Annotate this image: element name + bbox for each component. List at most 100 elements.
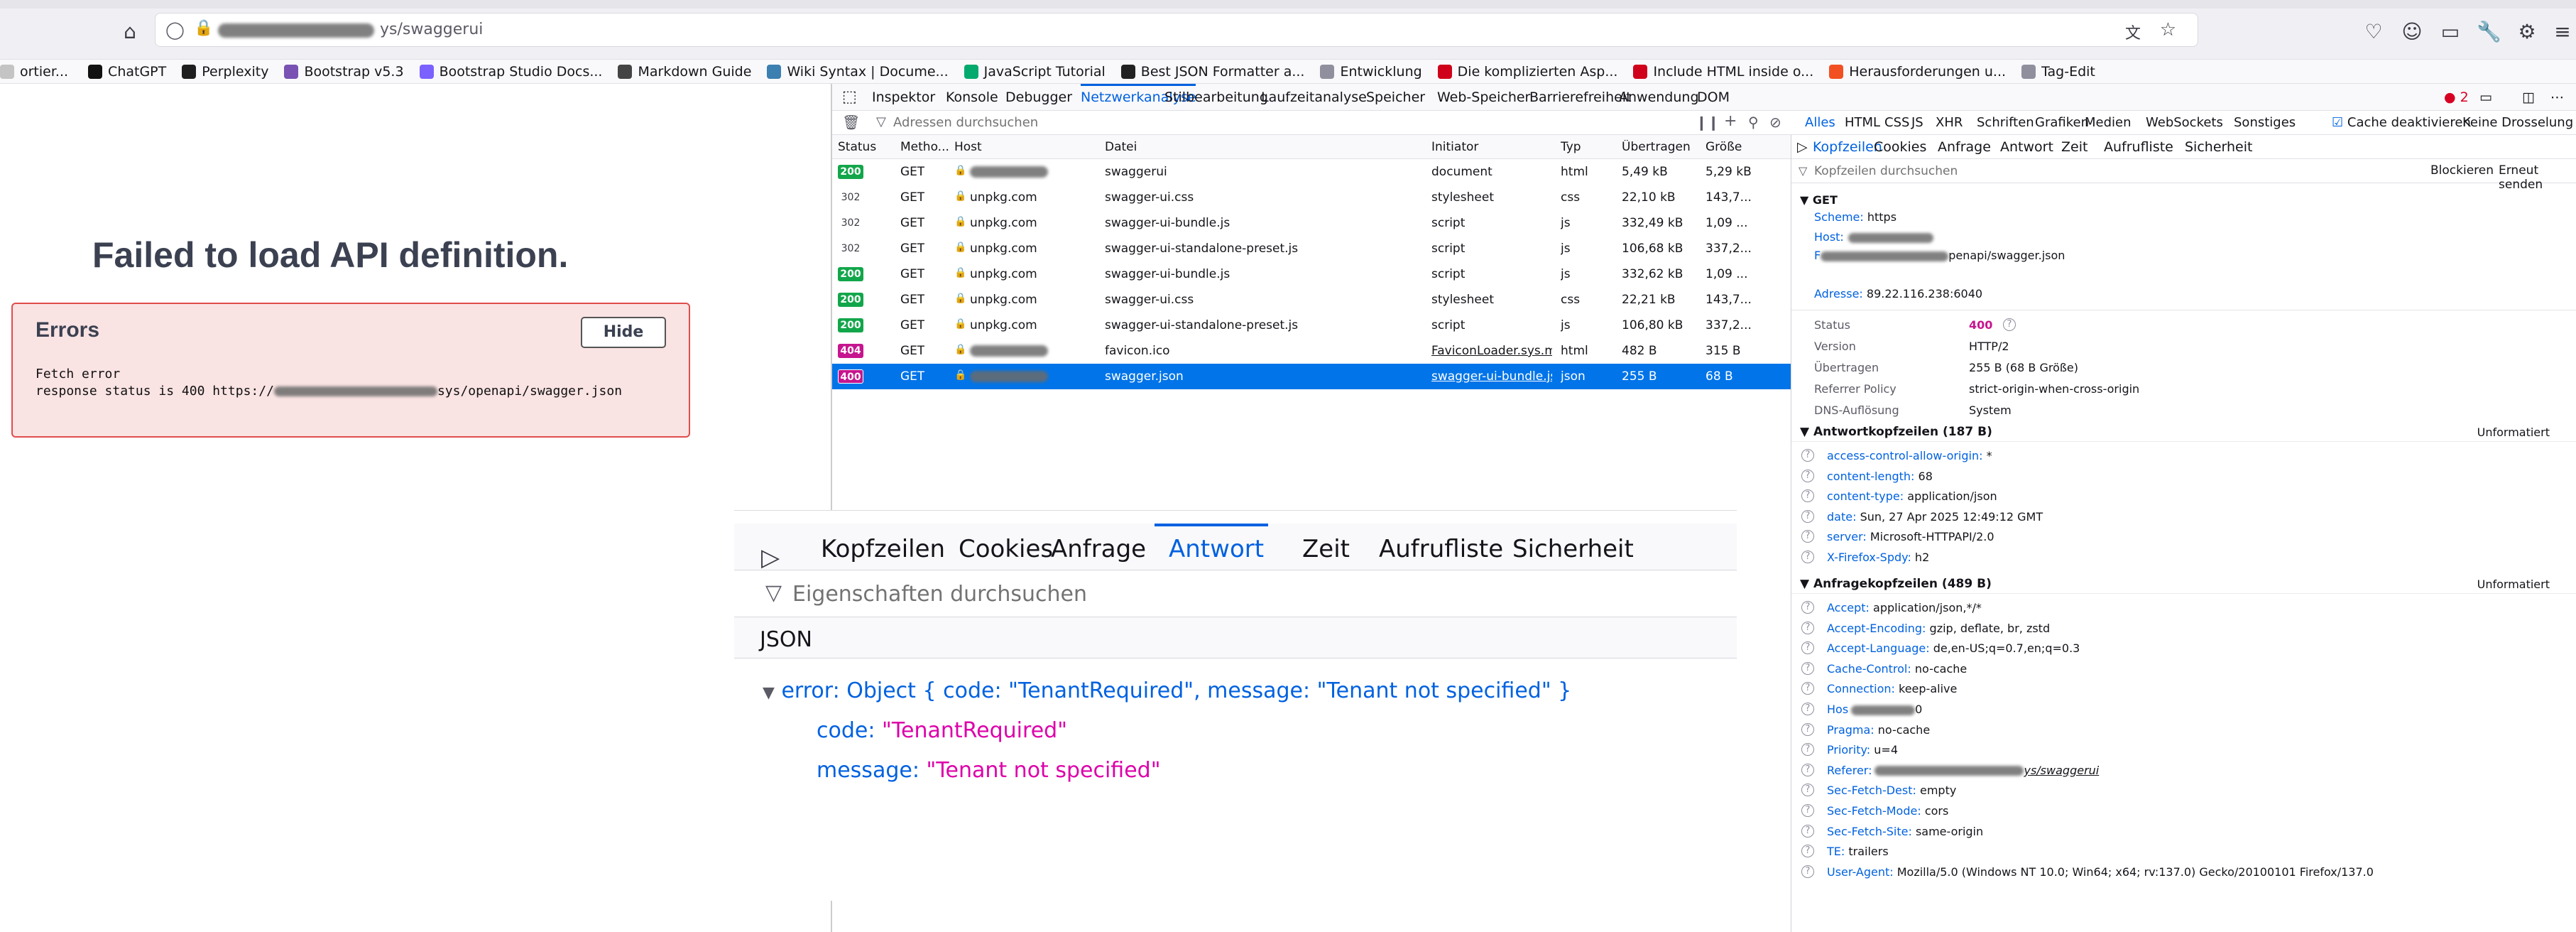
bookmark-item[interactable]: Best JSON Formatter a... [1120, 64, 1304, 80]
type-filter-grafiken[interactable]: Grafiken [2035, 115, 2089, 130]
response-panel-tab[interactable]: Aufrufliste [1379, 535, 1503, 563]
headers-tab[interactable]: Aufrufliste [2104, 139, 2173, 155]
pick-element-icon[interactable]: ⬚ [842, 84, 857, 111]
raw-toggle-label[interactable]: Unformatiert [2477, 426, 2550, 439]
bookmark-item[interactable]: JavaScript Tutorial [964, 64, 1106, 80]
dock-icon[interactable]: ◫ [2522, 84, 2535, 111]
column-header[interactable]: Datei [1105, 140, 1424, 154]
block-button[interactable]: Blockieren [2430, 163, 2494, 178]
request-row[interactable]: 302 GET 🔒 unpkg.com swagger-ui-bundle.js scri… [832, 210, 1791, 236]
shield-icon[interactable]: ◯ [165, 20, 185, 40]
help-icon[interactable]: ? [1801, 743, 1814, 757]
devtools-tab[interactable]: Anwendung [1619, 84, 1699, 111]
headers-tab[interactable]: Anfrage [1938, 139, 1991, 155]
column-header[interactable]: Größe [1705, 140, 1784, 154]
type-filter-xhr[interactable]: XHR [1936, 115, 1963, 130]
type-filter-schriften[interactable]: Schriften [1977, 115, 2034, 130]
add-icon[interactable]: + [1724, 112, 1737, 130]
help-icon[interactable]: ? [1801, 824, 1814, 838]
column-header[interactable]: Initiator [1431, 140, 1552, 154]
request-row[interactable]: 302 GET 🔒 unpkg.com swagger-ui-standalone-pr… [832, 236, 1791, 261]
type-filter-sonstiges[interactable]: Sonstiges [2234, 115, 2296, 130]
bookmark-item[interactable]: Perplexity [182, 64, 268, 80]
hide-button[interactable]: Hide [581, 317, 666, 348]
sidebar-toggle-icon[interactable]: ▷ [1797, 139, 1808, 155]
type-filter-medien[interactable]: Medien [2085, 115, 2132, 130]
error-count[interactable]: ● 2 [2444, 84, 2469, 111]
type-filter-alles[interactable]: Alles [1805, 115, 1835, 130]
devtools-tab[interactable]: Web-Speicher [1437, 84, 1530, 111]
request-row[interactable]: 200 GET 🔒 swaggerui document html 5,49 kB 5,29 … [832, 159, 1791, 185]
request-headers-section[interactable]: ▼ Anfragekopfzeilen (489 B) Unformatiert [1791, 575, 2576, 594]
bookmark-item[interactable]: Herausforderungen u... [1829, 64, 2006, 80]
menu-icon[interactable]: ≡ [2550, 20, 2575, 44]
request-initiator[interactable]: stylesheet [1431, 190, 1552, 205]
type-filter-html[interactable]: HTML [1845, 115, 1880, 130]
request-row[interactable]: 400 GET 🔒 swagger.json swagger-ui-bundle.js.… [832, 364, 1791, 389]
bookmark-item[interactable]: Bootstrap Studio Docs... [419, 64, 602, 80]
request-initiator[interactable]: script [1431, 242, 1552, 256]
settings-icon[interactable]: ⚙ [2515, 20, 2539, 44]
bookmark-item[interactable]: Wiki Syntax | Docume... [767, 64, 949, 80]
column-header[interactable]: Metho... [900, 140, 950, 154]
headers-filter-input[interactable]: Kopfzeilen durchsuchen [1814, 164, 1958, 178]
bookmark-item[interactable]: Die komplizierten Asp... [1437, 64, 1617, 80]
request-initiator[interactable]: document [1431, 165, 1552, 179]
column-header[interactable]: Host [954, 140, 1096, 154]
response-panel-tab[interactable]: Zeit [1302, 535, 1350, 563]
resend-button[interactable]: Erneut senden [2499, 163, 2576, 192]
request-row[interactable]: 200 GET 🔒 unpkg.com swagger-ui-bundle.js scri… [832, 261, 1791, 287]
column-header[interactable]: Status [838, 140, 895, 154]
throttle-select[interactable]: Keine Drosselung ↕ [2462, 115, 2576, 130]
trash-icon[interactable]: 🗑 [842, 114, 860, 131]
help-icon[interactable]: ? [1801, 621, 1814, 634]
help-icon[interactable]: ? [1801, 469, 1814, 482]
help-icon[interactable]: ? [1801, 530, 1814, 543]
help-icon[interactable]: ? [1801, 489, 1814, 502]
help-icon[interactable]: ? [1801, 763, 1814, 776]
block-icon[interactable]: ⊘ [1769, 114, 1781, 131]
bookmark-item[interactable]: Include HTML inside o... [1633, 64, 1813, 80]
bookmark-item[interactable]: ortier... [0, 64, 68, 80]
headers-tab[interactable]: Sicherheit [2185, 139, 2252, 155]
help-icon[interactable]: ? [1801, 703, 1814, 715]
lock-icon[interactable]: 🔒 [194, 19, 213, 37]
responsive-icon[interactable]: ▭ [2479, 84, 2492, 111]
account-icon[interactable]: ☺ [2400, 20, 2424, 44]
response-panel-tab[interactable]: Sicherheit [1512, 535, 1634, 563]
column-header[interactable]: Typ [1561, 140, 1617, 154]
request-initiator[interactable]: FaviconLoader.sys.mj... [1431, 344, 1552, 358]
request-initiator[interactable]: script [1431, 216, 1552, 230]
translate-icon[interactable]: 文 [2125, 21, 2141, 43]
bookmark-item[interactable]: Entwicklung [1320, 64, 1422, 80]
response-headers-section[interactable]: ▼ Antwortkopfzeilen (187 B) Unformatiert [1791, 423, 2576, 442]
request-initiator[interactable]: script [1431, 267, 1552, 281]
type-filter-css[interactable]: CSS [1884, 115, 1909, 130]
column-header[interactable]: Übertragen [1622, 140, 1700, 154]
search-icon[interactable]: ⚲ [1748, 114, 1759, 131]
devtools-tab[interactable]: Barrierefreiheit [1529, 84, 1632, 111]
response-panel-tab[interactable]: Cookies [959, 535, 1053, 563]
devtools-tab[interactable]: Inspektor [872, 84, 935, 111]
more-icon[interactable]: ⋯ [2550, 84, 2564, 111]
expand-triangle-icon[interactable]: ▼ [763, 684, 775, 702]
response-panel-tab[interactable]: Antwort [1169, 535, 1264, 563]
request-row[interactable]: 404 GET 🔒 favicon.ico FaviconLoader.sys.mj..… [832, 338, 1791, 364]
help-icon[interactable]: ? [1801, 865, 1814, 878]
devtools-tab[interactable]: Laufzeitanalyse [1261, 84, 1367, 111]
sidebar-toggle-icon[interactable]: ▷ [761, 543, 780, 572]
devtools-tab[interactable]: Speicher [1366, 84, 1425, 111]
bookmark-item[interactable]: ChatGPT [88, 64, 166, 80]
properties-filter-input[interactable]: Eigenschaften durchsuchen [792, 582, 1087, 607]
help-icon[interactable]: ? [1801, 722, 1814, 736]
help-icon[interactable]: ? [1801, 601, 1814, 614]
help-icon[interactable]: ? [1801, 845, 1814, 858]
devtools-tab[interactable]: DOM [1697, 84, 1730, 111]
bookmark-item[interactable]: Bootstrap v5.3 [284, 64, 404, 80]
request-initiator[interactable]: swagger-ui-bundle.js... [1431, 369, 1552, 384]
wrench-icon[interactable]: 🔧 [2477, 20, 2501, 44]
help-icon[interactable]: ? [1801, 784, 1814, 797]
extensions-icon[interactable]: ▭ [2438, 20, 2462, 44]
bookmark-item[interactable]: Tag-Edit [2021, 64, 2095, 80]
help-icon[interactable]: ? [1801, 682, 1814, 695]
